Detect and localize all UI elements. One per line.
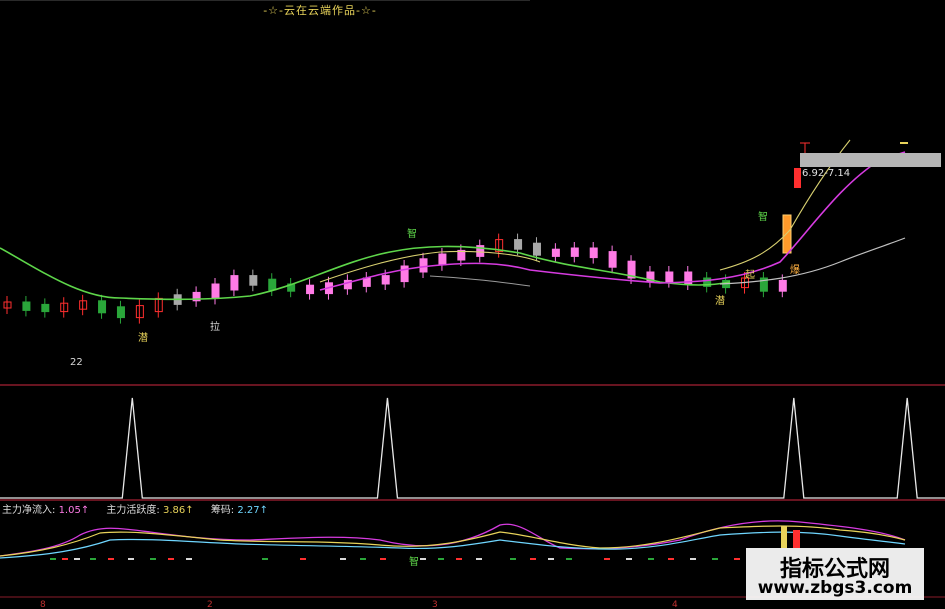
candle-body <box>665 271 674 283</box>
candle-body <box>41 303 50 313</box>
flow-bar <box>380 558 386 560</box>
flow-bar <box>186 558 192 560</box>
indicator-main-inflow: 主力净流入: 1.05↑ <box>2 505 90 516</box>
flow-bar <box>168 558 174 560</box>
candle-body <box>98 300 107 314</box>
chart-title: -☆-云在云端作品-☆- <box>263 4 377 17</box>
annotation-bao: 爆 <box>790 264 800 276</box>
candle-body <box>419 258 428 273</box>
candle-body <box>514 239 523 250</box>
flow-bar <box>150 558 156 560</box>
flow-bar <box>712 558 718 560</box>
candle-body <box>211 283 220 299</box>
watermark-line2: www.zbgs3.com <box>757 578 913 598</box>
candle-body <box>778 279 787 292</box>
candle-body <box>268 278 277 291</box>
candle-body <box>306 284 315 295</box>
candle-body <box>249 275 258 286</box>
indicator-main-activity: 主力活跃度: 3.86↑ <box>106 505 194 516</box>
flow-bar <box>360 558 366 560</box>
candle-body <box>589 247 598 259</box>
flow-bar <box>548 558 554 560</box>
ma-grey <box>429 275 531 287</box>
watermark: 指标公式网 www.zbgs3.com <box>746 548 924 600</box>
x-tick-label: 8 <box>40 600 46 609</box>
spike-signal-line <box>0 397 945 499</box>
ma-green <box>0 245 731 301</box>
flow-bar <box>456 558 462 560</box>
annotation-qian: 潜 <box>715 294 725 307</box>
flow-bar <box>50 558 56 560</box>
flow-bar <box>566 558 572 560</box>
flow-bar <box>530 558 536 560</box>
flow-bar <box>90 558 96 560</box>
flow-bar <box>734 558 740 560</box>
flow-bar <box>626 558 632 560</box>
price-highlight-box <box>800 153 941 167</box>
flow-bar <box>300 558 306 560</box>
flow-bar-highlight <box>781 526 787 548</box>
annotation-la: 拉 <box>210 320 220 333</box>
flow-bar <box>604 558 610 560</box>
x-tick-label: 4 <box>672 600 678 609</box>
candle-body <box>608 251 617 268</box>
x-tick-label: 2 <box>207 600 213 609</box>
flow-bar <box>74 558 80 560</box>
indicator-legend: 主力净流入: 1.05↑ 主力活跃度: 3.86↑ 筹码: 2.27↑ <box>2 501 282 516</box>
candle-body <box>381 275 390 285</box>
flow-bar <box>262 558 268 560</box>
flow-bar-highlight <box>793 530 800 548</box>
candle-body <box>22 301 31 311</box>
annotation-zhi: 智 <box>409 555 419 568</box>
stock-chart: 8 2 3 422拉潜潜智智起 爆智 <box>0 0 945 609</box>
x-tick-label: 3 <box>432 600 438 609</box>
annotation-zhi: 智 <box>758 210 768 223</box>
flow-bar <box>420 558 426 560</box>
indicator-chips: 筹码: 2.27↑ <box>210 505 269 516</box>
annotation-qi: 起 <box>745 269 755 281</box>
flow-bar <box>128 558 134 560</box>
candle-body-red <box>794 168 801 188</box>
candle-body <box>570 247 579 257</box>
annotation-22: 22 <box>70 357 83 368</box>
price-range-label: 6.92-7.14 <box>802 168 851 179</box>
flow-bar <box>648 558 654 560</box>
candle-body-orange <box>782 214 792 254</box>
flow-bar <box>340 558 346 560</box>
candle-body <box>551 248 560 257</box>
flow-bar <box>668 558 674 560</box>
candle-body <box>116 306 125 319</box>
candle-body <box>532 242 541 256</box>
flow-bar <box>476 558 482 560</box>
flow-bar <box>690 558 696 560</box>
annotation-zhi: 智 <box>407 227 417 240</box>
annotation-qian: 潜 <box>138 331 148 344</box>
flow-bar <box>108 558 114 560</box>
flow-bar <box>510 558 516 560</box>
candle-body <box>438 253 447 266</box>
flow-bar <box>62 558 68 560</box>
flow-bar <box>438 558 444 560</box>
candle-body <box>230 275 239 291</box>
